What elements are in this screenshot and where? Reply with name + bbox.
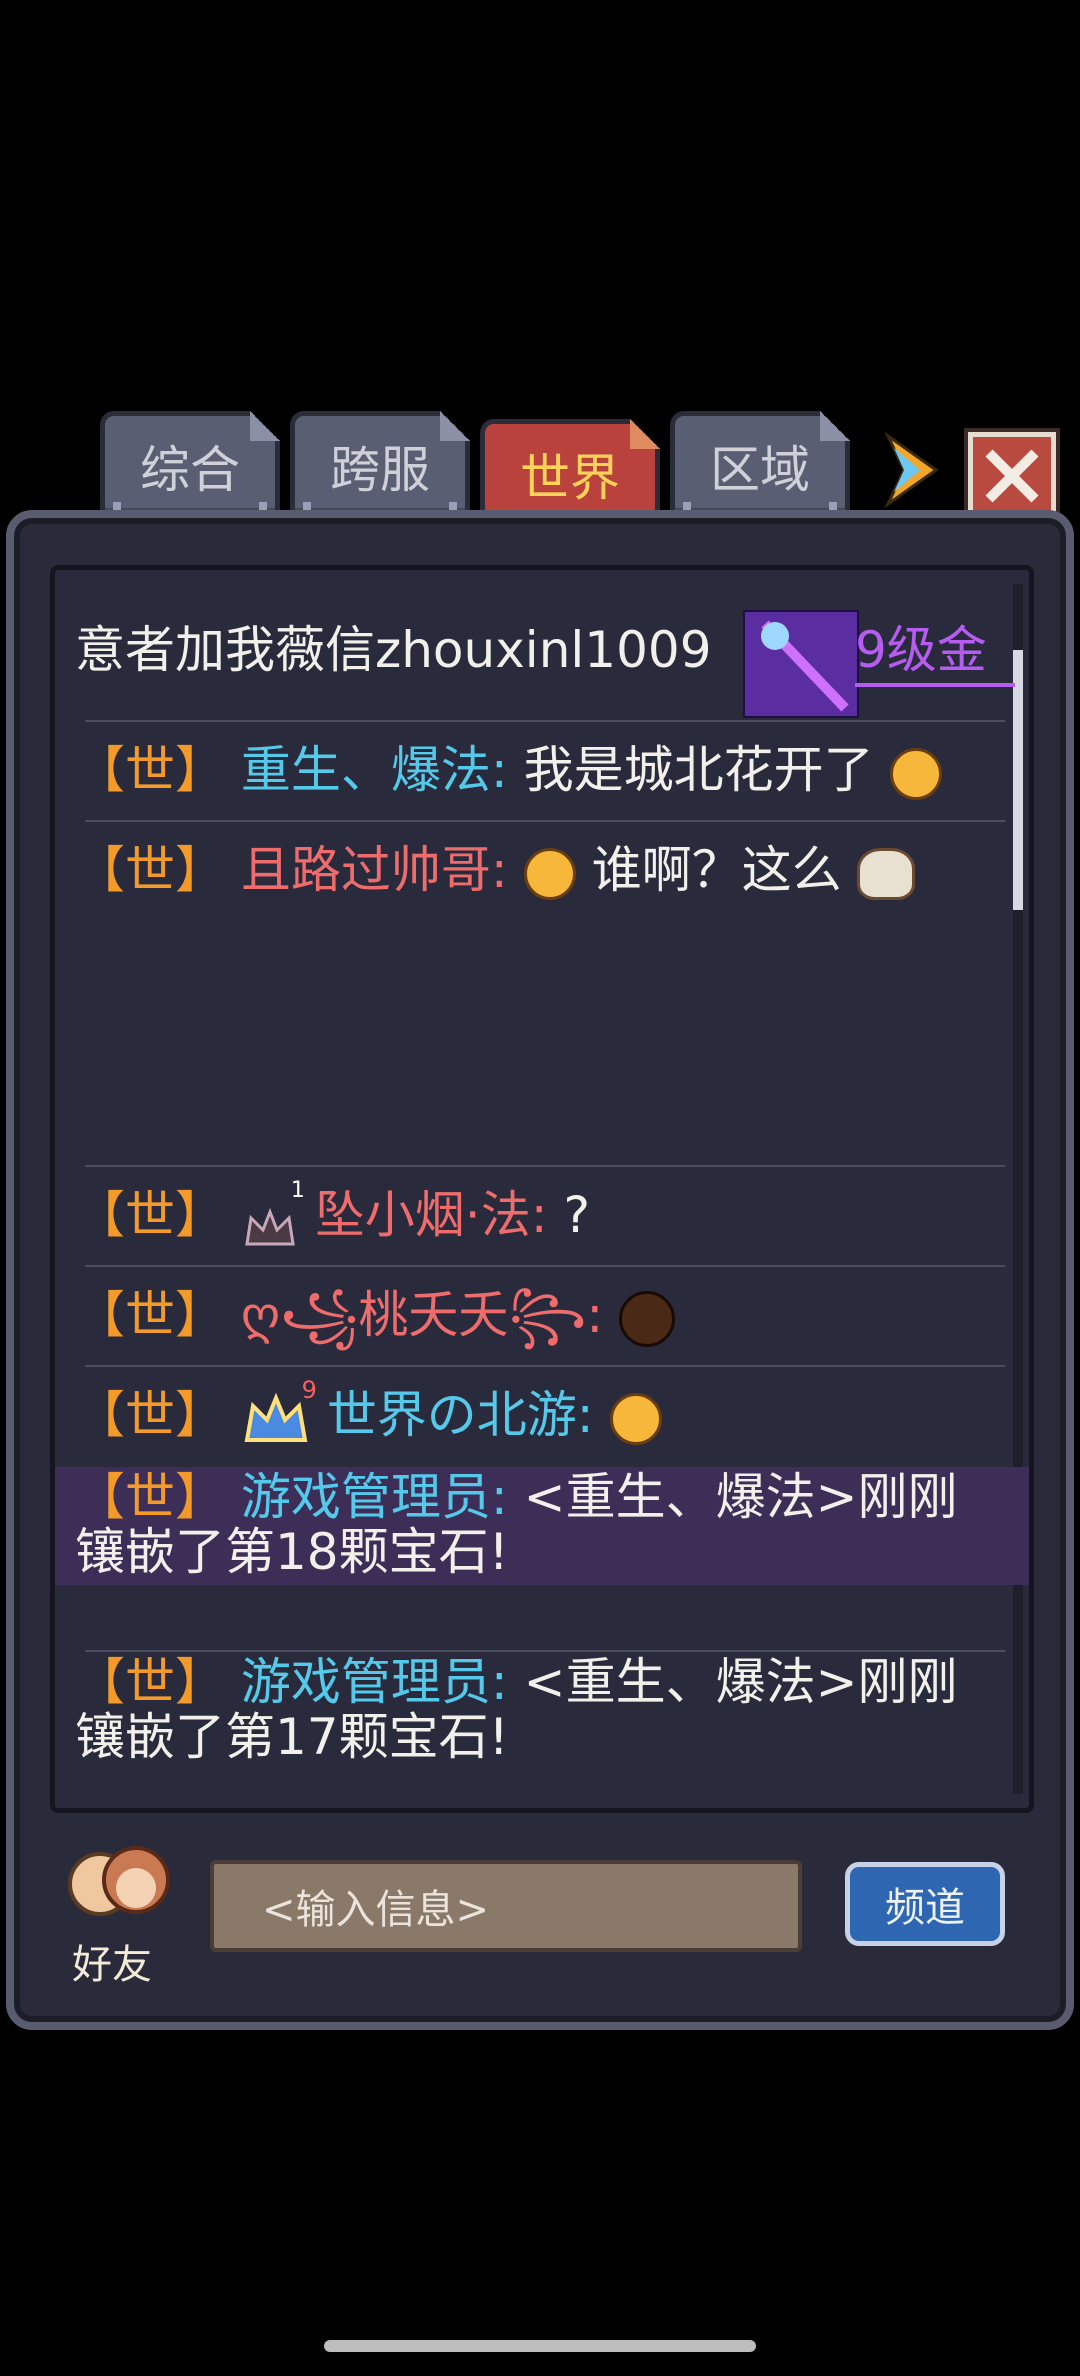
chat-message[interactable]: 【世】 且路过帅哥: 谁啊？这么 bbox=[75, 830, 1015, 910]
friends-label: 好友 bbox=[72, 1942, 152, 1988]
chat-message[interactable]: 【世】 游戏管理员: <重生、爆法>刚刚 镶嵌了第17颗宝石! bbox=[75, 1655, 1015, 1765]
channel-tag: 【世】 bbox=[75, 1386, 225, 1444]
channel-tag: 【世】 bbox=[75, 1468, 225, 1526]
channel-tag: 【世】 bbox=[75, 1286, 225, 1344]
tab-label: 跨服 bbox=[330, 441, 430, 499]
channel-tag: 【世】 bbox=[75, 1653, 225, 1711]
close-icon bbox=[985, 449, 1039, 503]
grin-emoji-icon bbox=[523, 847, 576, 900]
cow-emoji-icon bbox=[857, 847, 916, 900]
chat-message[interactable]: 【世】 重生、爆法: 我是城北花开了 bbox=[75, 730, 1015, 810]
chat-message[interactable]: 【世】 游戏管理员: <重生、爆法>刚刚 镶嵌了第18颗宝石! bbox=[75, 1470, 1015, 1580]
kiss-emoji-icon bbox=[889, 747, 942, 800]
sender-name[interactable]: 坠小烟·法: bbox=[315, 1186, 548, 1244]
sender-name[interactable]: 世界の北游: bbox=[327, 1386, 594, 1444]
grin-emoji-icon bbox=[609, 1392, 662, 1445]
next-tab-arrow-icon[interactable] bbox=[880, 430, 940, 510]
tab-region[interactable]: 区域 bbox=[670, 411, 850, 521]
chat-log[interactable]: 意者加我薇信zhouxinl1009 9级金 【世】 重生、爆法: 我是城北花开… bbox=[50, 565, 1034, 1813]
sender-name[interactable]: 游戏管理员: bbox=[241, 1468, 508, 1526]
crown-badge-icon: 1 bbox=[241, 1178, 305, 1245]
channel-tag: 【世】 bbox=[75, 841, 225, 899]
chat-message[interactable]: 【世】 9 世界の北游: bbox=[75, 1375, 1015, 1455]
tab-label: 综合 bbox=[140, 441, 240, 499]
friends-avatar-icon bbox=[68, 1846, 170, 1916]
staff-item-icon[interactable] bbox=[743, 610, 859, 718]
bomb-emoji-icon bbox=[619, 1290, 676, 1347]
sender-name[interactable]: ღ꧁桃夭夭꧂: bbox=[241, 1286, 603, 1344]
message-input[interactable]: <输入信息> bbox=[210, 1860, 802, 1952]
chat-message[interactable]: 【世】 1 坠小烟·法: ? bbox=[75, 1175, 1015, 1255]
tab-general[interactable]: 综合 bbox=[100, 411, 280, 521]
channel-tag: 【世】 bbox=[75, 1186, 225, 1244]
tab-label: 区域 bbox=[710, 441, 810, 499]
sender-name[interactable]: 游戏管理员: bbox=[241, 1653, 508, 1711]
close-button[interactable] bbox=[968, 432, 1056, 520]
item-link[interactable]: 9级金 bbox=[855, 610, 1015, 687]
channel-tag: 【世】 bbox=[75, 741, 225, 799]
crown-badge-icon: 9 bbox=[241, 1376, 317, 1447]
channel-button[interactable]: 频道 bbox=[845, 1862, 1005, 1946]
sender-name[interactable]: 重生、爆法: bbox=[241, 741, 508, 799]
tab-cross-server[interactable]: 跨服 bbox=[290, 411, 470, 521]
chat-message[interactable]: 【世】 ღ꧁桃夭夭꧂: bbox=[75, 1275, 1015, 1355]
tab-label: 世界 bbox=[520, 449, 620, 507]
home-indicator[interactable] bbox=[324, 2340, 756, 2352]
friends-button[interactable]: 好友 bbox=[60, 1840, 180, 1988]
sender-name[interactable]: 且路过帅哥: bbox=[241, 841, 508, 899]
